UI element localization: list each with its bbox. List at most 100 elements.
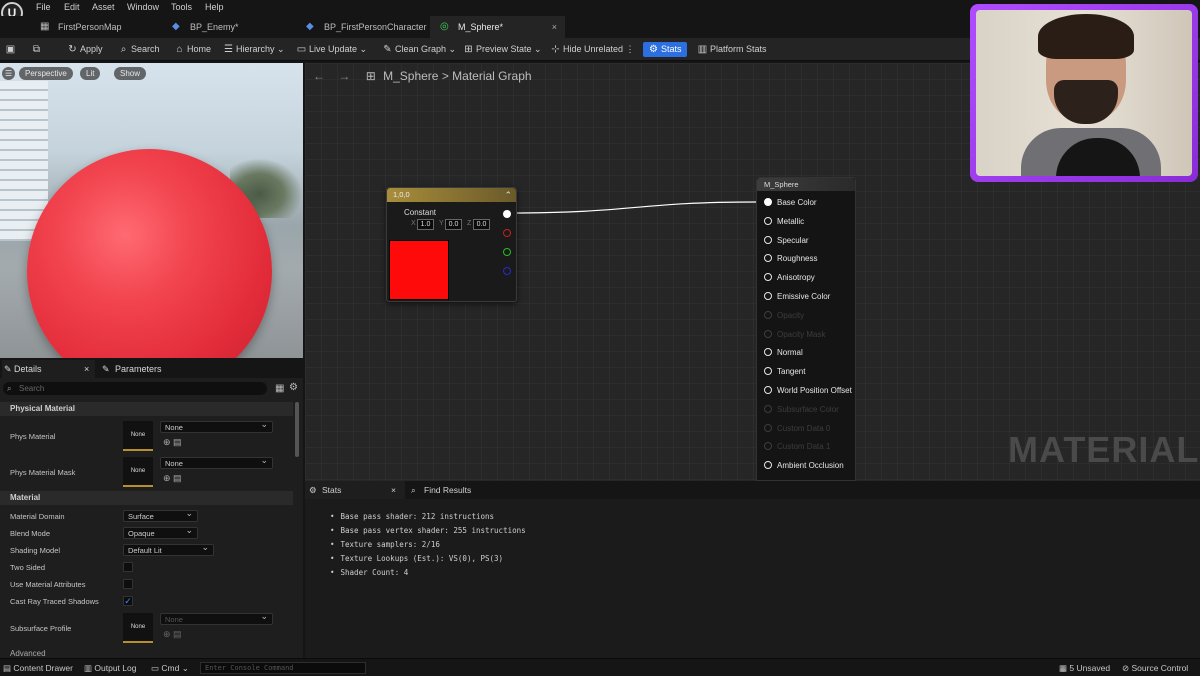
- output-r-pin[interactable]: [503, 229, 511, 237]
- phys-material-mask-label: Phys Material Mask: [10, 468, 76, 477]
- tab-bp-enemy[interactable]: ◆ BP_Enemy*: [162, 16, 287, 38]
- stats-button[interactable]: ⚙ Stats: [643, 42, 687, 57]
- menu-file[interactable]: File: [36, 2, 51, 12]
- preview-state-label: Preview State: [476, 44, 532, 54]
- search-button[interactable]: ⌕ Search: [118, 42, 160, 57]
- phys-material-mask-thumbnail[interactable]: None: [123, 457, 153, 487]
- tab-details[interactable]: ✎ Details ×: [2, 360, 95, 378]
- collapse-icon[interactable]: ⌃: [504, 188, 512, 202]
- table-view-icon[interactable]: ▦: [275, 383, 284, 394]
- pin-dot-icon[interactable]: [764, 423, 772, 432]
- details-scrollbar[interactable]: [295, 402, 299, 457]
- input-pin-metallic[interactable]: Metallic: [764, 216, 804, 228]
- viewport-menu-icon[interactable]: ☰: [2, 67, 16, 80]
- two-sided-checkbox[interactable]: [123, 562, 133, 572]
- pin-dot-icon[interactable]: [764, 235, 772, 244]
- hide-unrelated-button[interactable]: ⊹ Hide Unrelated ⋮: [550, 42, 634, 57]
- pin-dot-icon[interactable]: [764, 386, 772, 394]
- pin-dot-icon[interactable]: [764, 404, 772, 413]
- output-g-pin[interactable]: [503, 248, 511, 256]
- section-material[interactable]: Material: [0, 491, 293, 505]
- section-physical-material[interactable]: Physical Material: [0, 402, 293, 416]
- unsaved-button[interactable]: ▦ 5 Unsaved: [1059, 662, 1110, 674]
- pin-dot-icon[interactable]: [764, 461, 772, 470]
- preview-viewport[interactable]: ☰ Perspective Lit Show Z X: [0, 63, 303, 358]
- pin-dot-icon[interactable]: [764, 292, 772, 300]
- constant3vector-node[interactable]: 1,0,0 ⌃ Constant X 1.0 Y 0.0 Z 0.0: [386, 187, 517, 302]
- output-b-pin[interactable]: [503, 267, 511, 275]
- browse-icon[interactable]: ⧉: [31, 42, 44, 57]
- input-pin-specular[interactable]: Specular: [764, 235, 809, 247]
- perspective-button[interactable]: Perspective: [19, 67, 73, 80]
- constant-z-field[interactable]: 0.0: [473, 219, 490, 230]
- tab-find-results[interactable]: ⌕ Find Results: [411, 481, 471, 499]
- tab-m-sphere[interactable]: ◎ M_Sphere* ×: [430, 16, 565, 38]
- constant-x-field[interactable]: 1.0: [417, 219, 434, 230]
- content-drawer-button[interactable]: ▤ Content Drawer: [3, 662, 73, 674]
- close-icon[interactable]: ×: [552, 16, 557, 38]
- console-input[interactable]: Enter Console Command: [200, 662, 366, 674]
- shading-model-dropdown[interactable]: Default Lit: [123, 542, 214, 556]
- close-icon[interactable]: ×: [84, 360, 89, 378]
- use-selected-icon[interactable]: ⊕ ▤: [163, 473, 182, 484]
- pin-dot-icon[interactable]: [764, 198, 772, 206]
- input-pin-ambient-occlusion[interactable]: Ambient Occlusion: [764, 460, 844, 472]
- tab-stats[interactable]: ⚙ Stats ×: [305, 481, 405, 499]
- pin-dot-icon[interactable]: [764, 254, 772, 263]
- use-material-attributes-checkbox[interactable]: [123, 579, 133, 589]
- cmd-dropdown[interactable]: ▭ Cmd ⌄: [151, 662, 189, 674]
- menu-asset[interactable]: Asset: [92, 2, 115, 12]
- phys-material-thumbnail[interactable]: None: [123, 421, 153, 451]
- constant-y-field[interactable]: 0.0: [445, 219, 462, 230]
- material-output-node[interactable]: M_Sphere Base Color Metallic Specular Rough…: [756, 177, 856, 481]
- pin-dot-icon[interactable]: [764, 329, 772, 338]
- phys-material-dropdown[interactable]: None: [160, 419, 273, 433]
- pin-dot-icon[interactable]: [764, 310, 772, 319]
- tab-parameters[interactable]: ✎ Parameters: [102, 360, 162, 378]
- pin-dot-icon[interactable]: [764, 273, 772, 282]
- pin-dot-icon[interactable]: [764, 442, 772, 451]
- pin-dot-icon[interactable]: [764, 348, 772, 357]
- home-button[interactable]: ⌂ Home: [174, 42, 211, 57]
- blend-mode-dropdown[interactable]: Opaque: [123, 525, 198, 539]
- source-control-button[interactable]: ⊘ Source Control: [1122, 662, 1188, 674]
- input-pin-tangent[interactable]: Tangent: [764, 366, 805, 378]
- platform-stats-button[interactable]: ▥ Platform Stats: [697, 42, 767, 57]
- input-pin-world-position-offset[interactable]: World Position Offset: [764, 385, 852, 397]
- use-selected-icon[interactable]: ⊕ ▤: [163, 629, 182, 640]
- details-search-input[interactable]: ⌕ Search: [3, 382, 267, 395]
- lit-button[interactable]: Lit: [80, 67, 101, 80]
- material-node-header[interactable]: M_Sphere: [757, 178, 855, 191]
- cast-ray-traced-shadows-checkbox[interactable]: ✓: [123, 596, 133, 606]
- output-log-button[interactable]: ▥ Output Log: [84, 662, 136, 674]
- save-icon[interactable]: ▣: [5, 42, 18, 57]
- close-icon[interactable]: ×: [391, 481, 396, 499]
- constant-node-header[interactable]: 1,0,0 ⌃: [387, 188, 516, 202]
- pin-dot-icon[interactable]: [764, 367, 772, 376]
- menu-help[interactable]: Help: [205, 2, 224, 12]
- phys-material-mask-dropdown[interactable]: None: [160, 455, 273, 469]
- input-pin-emissive-color[interactable]: Emissive Color: [764, 291, 830, 303]
- show-button[interactable]: Show: [114, 67, 147, 80]
- menu-tools[interactable]: Tools: [171, 2, 192, 12]
- input-pin-normal[interactable]: Normal: [764, 347, 803, 359]
- menu-edit[interactable]: Edit: [64, 2, 80, 12]
- subsurface-profile-thumbnail[interactable]: None: [123, 613, 153, 643]
- live-update-button[interactable]: ▭ Live Update ⌄: [296, 42, 367, 57]
- apply-button[interactable]: ↻ Apply: [67, 42, 102, 57]
- menu-window[interactable]: Window: [127, 2, 159, 12]
- tab-bp-firstpersoncharacter[interactable]: ◆ BP_FirstPersonCharacter: [296, 16, 427, 38]
- input-pin-roughness[interactable]: Roughness: [764, 253, 817, 265]
- hierarchy-button[interactable]: ☰ Hierarchy ⌄: [223, 42, 285, 57]
- clean-graph-button[interactable]: ✎ Clean Graph ⌄: [382, 42, 456, 57]
- subsurface-profile-dropdown[interactable]: None: [160, 611, 273, 625]
- output-rgb-pin[interactable]: [503, 210, 511, 218]
- material-domain-dropdown[interactable]: Surface: [123, 508, 198, 522]
- input-pin-base-color[interactable]: Base Color: [764, 197, 817, 209]
- gear-icon[interactable]: ⚙: [289, 382, 298, 393]
- input-pin-anisotropy[interactable]: Anisotropy: [764, 272, 815, 284]
- use-selected-icon[interactable]: ⊕ ▤: [163, 437, 182, 448]
- preview-state-button[interactable]: ⊞ Preview State ⌄: [463, 42, 541, 57]
- tab-firstpersonmap[interactable]: ▦ FirstPersonMap: [30, 16, 150, 38]
- pin-dot-icon[interactable]: [764, 216, 772, 225]
